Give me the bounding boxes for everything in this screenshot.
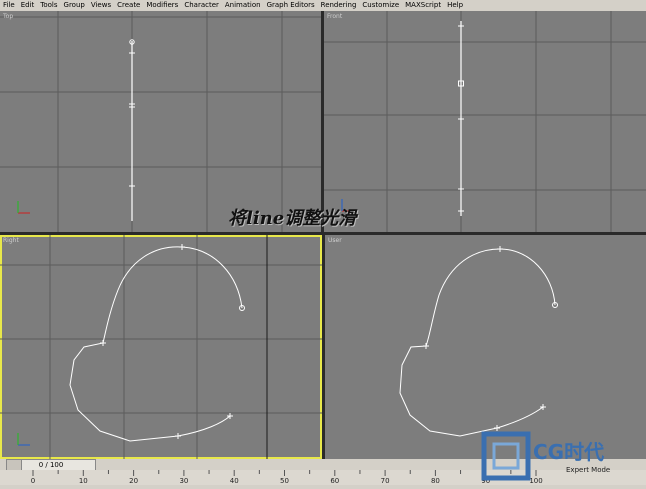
tutorial-caption: 将line调整光滑 xyxy=(228,208,357,229)
menu-edit[interactable]: Edit xyxy=(18,0,38,11)
menu-tools[interactable]: Tools xyxy=(37,0,60,11)
axis-gizmo-top xyxy=(17,201,30,214)
menu-maxscript[interactable]: MAXScript xyxy=(402,0,444,11)
menu-help[interactable]: Help xyxy=(444,0,466,11)
watermark-logo: CG时代 Expert Mode xyxy=(478,426,646,485)
menu-character[interactable]: Character xyxy=(181,0,222,11)
viewport-label-user[interactable]: User xyxy=(328,237,342,244)
ruler-tick-label: 80 xyxy=(431,477,440,485)
front-grid xyxy=(324,11,646,232)
logo-brand: CG时代 xyxy=(533,440,605,464)
top-grid xyxy=(0,11,321,232)
menu-modifiers[interactable]: Modifiers xyxy=(143,0,181,11)
menu-create[interactable]: Create xyxy=(114,0,143,11)
menu-bar: File Edit Tools Group Views Create Modifiers Ch… xyxy=(0,0,646,11)
ruler-tick-label: 70 xyxy=(381,477,390,485)
menu-rendering[interactable]: Rendering xyxy=(318,0,360,11)
spline-right xyxy=(69,246,243,442)
time-slider-handle[interactable] xyxy=(7,460,22,470)
ruler-tick-label: 10 xyxy=(79,477,88,485)
menu-graph-editors[interactable]: Graph Editors xyxy=(264,0,318,11)
logo-subtitle: Expert Mode xyxy=(566,466,611,474)
ruler-tick-label: 40 xyxy=(230,477,239,485)
menu-customize[interactable]: Customize xyxy=(359,0,402,11)
viewport-top[interactable]: Top xyxy=(0,11,321,232)
axis-gizmo-right xyxy=(17,433,30,446)
viewport-area: Top Front Right User xyxy=(0,11,646,459)
logo-mark-icon xyxy=(481,431,531,481)
viewport-label-right[interactable]: Right xyxy=(3,237,19,244)
right-grid xyxy=(0,235,322,459)
menu-animation[interactable]: Animation xyxy=(222,0,264,11)
viewport-right[interactable]: Right xyxy=(0,235,322,459)
ruler-tick-label: 50 xyxy=(280,477,289,485)
ruler-tick-label: 60 xyxy=(330,477,339,485)
menu-views[interactable]: Views xyxy=(88,0,114,11)
viewport-front[interactable]: Front xyxy=(324,11,646,232)
spline-user xyxy=(399,248,556,437)
ruler-tick-label: 20 xyxy=(129,477,138,485)
menu-file[interactable]: File xyxy=(0,0,18,11)
ruler-tick-label: 30 xyxy=(179,477,188,485)
viewport-label-top[interactable]: Top xyxy=(3,13,13,20)
menu-group[interactable]: Group xyxy=(61,0,88,11)
ruler-tick-label: 0 xyxy=(31,477,35,485)
time-slider-frame: 0 / 100 xyxy=(38,461,64,469)
viewport-label-front[interactable]: Front xyxy=(327,13,342,20)
